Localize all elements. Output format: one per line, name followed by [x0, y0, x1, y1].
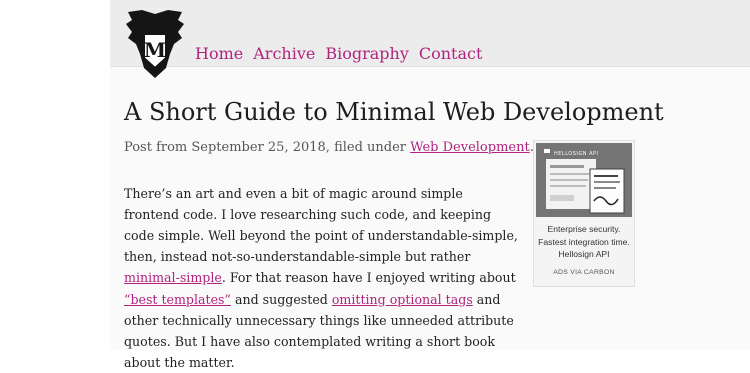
post-meta: Post from September 25, 2018, filed unde…	[124, 140, 534, 155]
nav-biography[interactable]: Biography	[325, 44, 409, 64]
article-paragraph: There’s an art and even a bit of magic a…	[124, 183, 519, 373]
best-templates-link[interactable]: “best templates”	[124, 292, 231, 307]
paragraph-text-1: There’s an art and even a bit of magic a…	[124, 185, 518, 265]
site-logo[interactable]: M	[124, 10, 186, 78]
ad-text[interactable]: Enterprise security. Fastest integration…	[538, 223, 630, 261]
paragraph-text-2: . For that reason have I enjoyed writing…	[221, 270, 516, 286]
main-nav: Home Archive Biography Contact	[195, 44, 482, 64]
nav-contact[interactable]: Contact	[419, 44, 483, 64]
page-title: A Short Guide to Minimal Web Development	[124, 98, 664, 126]
ad-brand: HELLOSIGN API	[554, 151, 599, 157]
omitting-optional-tags-link[interactable]: omitting optional tags	[332, 292, 473, 307]
post-meta-text: Post from September 25, 2018, filed unde…	[124, 140, 411, 155]
category-link[interactable]: Web Development	[410, 140, 530, 155]
carbon-ad[interactable]: HELLOSIGN API Enterprise security. Faste…	[533, 140, 635, 287]
ad-image[interactable]: HELLOSIGN API	[536, 143, 632, 217]
minimal-simple-link[interactable]: minimal-simple	[124, 270, 222, 285]
ads-via-carbon[interactable]: ADS VIA CARBON	[534, 269, 634, 276]
nav-archive[interactable]: Archive	[253, 44, 315, 64]
paragraph-text-3: and suggested	[230, 291, 332, 307]
nav-home[interactable]: Home	[195, 44, 243, 64]
eagle-crest-icon: M	[126, 10, 184, 78]
logo-letter: M	[144, 38, 166, 62]
